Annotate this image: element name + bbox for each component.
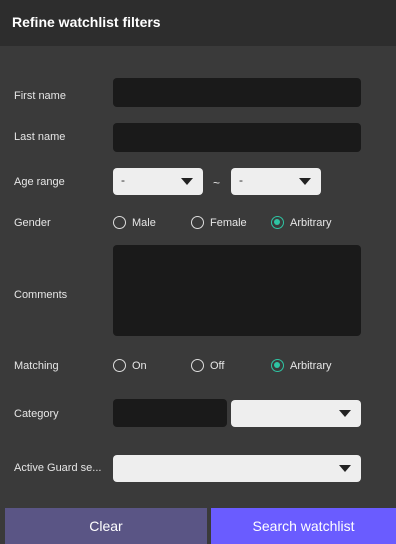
category-select[interactable] [231, 400, 361, 427]
radio-selected-icon [271, 359, 284, 372]
matching-option-label: Off [210, 359, 225, 372]
gender-radio-arbitrary[interactable]: Arbitrary [271, 216, 332, 229]
comments-textarea[interactable] [113, 245, 361, 336]
comments-label: Comments [14, 289, 68, 301]
page-title: Refine watchlist filters [12, 14, 161, 30]
radio-icon [191, 359, 204, 372]
matching-option-label: On [132, 359, 147, 372]
radio-icon [191, 216, 204, 229]
first-name-label: First name [14, 90, 66, 102]
clear-button[interactable]: Clear [5, 508, 207, 544]
category-label: Category [14, 408, 59, 420]
chevron-down-icon [339, 465, 351, 472]
matching-radio-off[interactable]: Off [191, 359, 224, 372]
last-name-label: Last name [14, 131, 66, 143]
header: Refine watchlist filters [0, 0, 396, 46]
matching-label: Matching [14, 360, 59, 372]
age-range-label: Age range [14, 176, 65, 188]
first-name-input[interactable] [113, 78, 361, 107]
gender-option-label: Arbitrary [290, 216, 332, 229]
radio-icon [113, 216, 126, 229]
gender-radio-male[interactable]: Male [113, 216, 156, 229]
gender-label: Gender [14, 217, 51, 229]
age-from-value: - [121, 173, 125, 187]
matching-option-label: Arbitrary [290, 359, 332, 372]
gender-option-label: Female [210, 216, 247, 229]
gender-option-label: Male [132, 216, 156, 229]
radio-selected-icon [271, 216, 284, 229]
chevron-down-icon [299, 178, 311, 185]
gender-radio-female[interactable]: Female [191, 216, 247, 229]
matching-radio-on[interactable]: On [113, 359, 147, 372]
chevron-down-icon [181, 178, 193, 185]
age-from-select[interactable]: - [113, 168, 203, 195]
search-watchlist-button[interactable]: Search watchlist [211, 508, 396, 544]
age-range-separator: ~ [213, 176, 221, 190]
active-guard-label: Active Guard se... [14, 462, 102, 474]
active-guard-select[interactable] [113, 455, 361, 482]
age-to-select[interactable]: - [231, 168, 321, 195]
chevron-down-icon [339, 410, 351, 417]
category-color-swatch[interactable] [113, 399, 227, 427]
matching-radio-arbitrary[interactable]: Arbitrary [271, 359, 332, 372]
radio-icon [113, 359, 126, 372]
age-to-value: - [239, 173, 243, 187]
last-name-input[interactable] [113, 123, 361, 152]
